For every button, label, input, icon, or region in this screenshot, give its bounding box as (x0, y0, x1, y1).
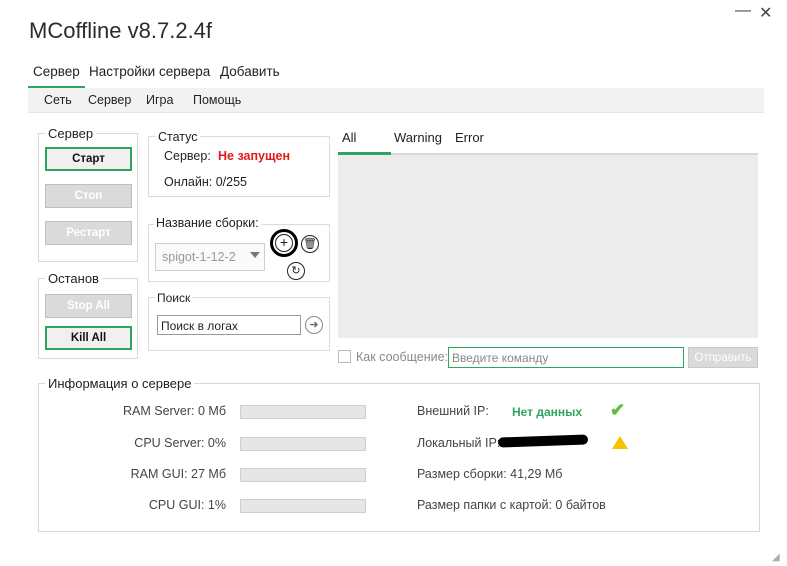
chevron-down-icon (250, 252, 260, 258)
menu-game[interactable]: Игра (146, 93, 173, 107)
menu-bar: Сеть Сервер Игра Помощь (28, 88, 764, 113)
log-area[interactable] (338, 155, 758, 338)
menu-network[interactable]: Сеть (44, 93, 72, 107)
server-info-label: Информация о сервере (48, 376, 192, 391)
external-ip-value: Нет данных (512, 405, 583, 419)
stop-group-label: Останов (48, 271, 99, 286)
start-button[interactable]: Старт (45, 147, 132, 171)
server-group-label: Сервер (48, 126, 94, 141)
command-input-placeholder: Введите команду (452, 351, 549, 365)
resize-grip-icon[interactable]: ◢ (772, 552, 780, 563)
tab-add[interactable]: Добавить (220, 64, 280, 79)
external-ip-label: Внешний IP: (417, 404, 489, 418)
cpu-gui-label: CPU GUI: 1% (148, 498, 226, 512)
command-input[interactable]: Введите команду (448, 347, 684, 368)
close-icon[interactable]: ✕ (759, 3, 772, 23)
search-input-text: Поиск в логах (161, 319, 238, 333)
build-size: Размер сборки: 41,29 Мб (417, 467, 563, 481)
ram-server-label: RAM Server: 0 Мб (122, 404, 226, 418)
menu-server[interactable]: Сервер (88, 93, 131, 107)
status-label: Статус (156, 130, 200, 144)
stop-button[interactable]: Стоп (45, 184, 132, 208)
build-select-value: spigot-1-12-2 (162, 250, 236, 264)
as-message-label: Как сообщение: (356, 350, 449, 364)
send-button[interactable]: Отправить (688, 347, 758, 368)
tab-server-settings[interactable]: Настройки сервера (89, 64, 210, 79)
warning-icon (612, 436, 628, 449)
as-message-checkbox[interactable] (338, 350, 351, 363)
local-ip-label: Локальный IP: (417, 436, 501, 450)
search-arrow-icon[interactable]: ➜ (305, 316, 323, 334)
log-tab-all[interactable]: All (342, 130, 356, 145)
build-select[interactable]: spigot-1-12-2 (155, 243, 265, 271)
server-state-label: Сервер: (164, 149, 211, 163)
ram-gui-bar (240, 468, 366, 482)
server-state-value: Не запущен (218, 149, 291, 163)
add-build-icon[interactable]: + (275, 234, 293, 252)
stop-all-button[interactable]: Stop All (45, 294, 132, 318)
cpu-gui-bar (240, 499, 366, 513)
menu-help[interactable]: Помощь (193, 93, 241, 107)
build-label: Название сборки: (154, 216, 261, 230)
map-folder-size: Размер папки с картой: 0 байтов (417, 498, 606, 512)
delete-build-icon[interactable]: 🗑 (301, 235, 319, 253)
tab-server[interactable]: Сервер (33, 64, 80, 79)
restart-button[interactable]: Рестарт (45, 221, 132, 245)
log-tab-error[interactable]: Error (455, 130, 484, 145)
minimize-icon[interactable]: — (735, 2, 751, 20)
search-input[interactable]: Поиск в логах (157, 315, 301, 335)
ram-server-bar (240, 405, 366, 419)
kill-all-button[interactable]: Kill All (45, 326, 132, 350)
check-icon: ✔ (610, 400, 626, 420)
ram-gui-label: RAM GUI: 27 Мб (130, 467, 226, 481)
refresh-build-icon[interactable]: ↻ (287, 262, 305, 280)
cpu-server-label: CPU Server: 0% (134, 436, 226, 450)
log-tab-warning[interactable]: Warning (394, 130, 442, 145)
app-title: MCoffline v8.7.2.4f (29, 18, 213, 43)
cpu-server-bar (240, 437, 366, 451)
online-count: Онлайн: 0/255 (164, 175, 247, 189)
search-label: Поиск (155, 291, 193, 305)
